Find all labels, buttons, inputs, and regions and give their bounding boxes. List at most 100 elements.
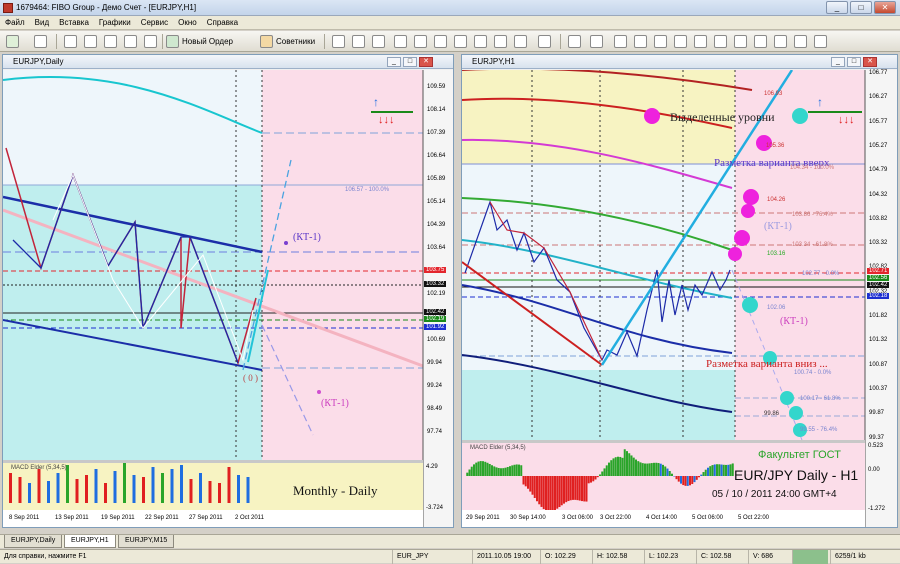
h1-osc-bar	[642, 463, 644, 476]
more-shapes-icon[interactable]	[814, 35, 827, 48]
minimize-button[interactable]: _	[826, 1, 848, 14]
terminal-icon[interactable]	[124, 35, 137, 48]
h1-osc-bar	[493, 466, 495, 476]
red-down-arrows-icon: ↓↓↓	[378, 114, 395, 126]
horizontal-line-icon[interactable]	[634, 35, 647, 48]
text-icon[interactable]	[714, 35, 727, 48]
new-order-button[interactable]: Новый Ордер	[182, 34, 233, 49]
close-button[interactable]: ✕	[874, 1, 896, 14]
h1-price-label: 99.87	[869, 410, 884, 416]
h1-osc-bar	[565, 476, 567, 502]
autoscroll-icon[interactable]	[454, 35, 467, 48]
zoom-out-icon[interactable]	[414, 35, 427, 48]
h1-osc-bar	[691, 476, 693, 484]
h1-osc-bar	[527, 476, 529, 489]
fibo-icon[interactable]	[694, 35, 707, 48]
h1-price-label: 104.32	[869, 192, 887, 198]
h1-osc-bar	[572, 476, 574, 500]
magenta-circle-legend	[644, 108, 660, 124]
periods-icon[interactable]	[514, 35, 527, 48]
label-icon[interactable]	[734, 35, 747, 48]
trendline-icon[interactable]	[654, 35, 667, 48]
h1-osc-bar	[705, 470, 707, 476]
daily-osc-bar	[142, 477, 145, 503]
h1-osc-bar	[628, 453, 630, 476]
h1-osc-bar	[676, 476, 678, 479]
menu-help[interactable]: Справка	[202, 16, 243, 29]
daily-kt-up-label: (КТ-1)	[293, 232, 321, 243]
cyan-circle-3	[780, 391, 794, 405]
bar-chart-icon[interactable]	[332, 35, 345, 48]
daily-price-marker: 103.75	[424, 267, 446, 273]
rectangle-icon[interactable]	[754, 35, 767, 48]
daily-price-marker: 102.19	[424, 316, 446, 322]
tile-windows-icon[interactable]	[434, 35, 447, 48]
new-order-icon[interactable]	[166, 35, 179, 48]
advisors-button[interactable]: Советники	[276, 34, 315, 49]
menu-tools[interactable]: Сервис	[136, 16, 173, 29]
tab-eurjpy-h1[interactable]: EURJPY,H1	[64, 535, 116, 548]
chart-shift-icon[interactable]	[474, 35, 487, 48]
daily-price-label: 100.69	[427, 337, 445, 343]
cyan-circle-4	[789, 406, 803, 420]
h1-osc-bar	[496, 467, 498, 476]
indicators-icon[interactable]	[494, 35, 507, 48]
daily-osc-bar	[123, 463, 126, 503]
chart-maximize-button[interactable]: □	[403, 57, 417, 67]
h1-date-label: 5 Oct 06:00	[692, 515, 723, 521]
h1-osc-bar	[484, 462, 486, 476]
tab-eurjpy-m15[interactable]: EURJPY,M15	[118, 535, 174, 548]
h1-osc-bar	[725, 465, 727, 476]
new-chart-icon[interactable]	[6, 35, 19, 48]
ellipse-icon[interactable]	[774, 35, 787, 48]
daily-osc-bar	[228, 467, 231, 503]
templates-icon[interactable]	[538, 35, 551, 48]
h1-osc-bar	[696, 476, 698, 480]
menu-window[interactable]: Окно	[173, 16, 202, 29]
arrows-icon[interactable]	[794, 35, 807, 48]
h1-osc-bar	[604, 468, 606, 476]
advisors-icon[interactable]	[260, 35, 273, 48]
chart-close-button[interactable]: ✕	[419, 57, 433, 67]
menu-charts[interactable]: Графики	[94, 16, 136, 29]
cursor-icon[interactable]	[568, 35, 581, 48]
pair-label: EUR/JPY Daily - H1	[734, 467, 858, 483]
crosshair-icon[interactable]	[590, 35, 603, 48]
daily-chart-canvas[interactable]: ↑ ↓↓↓	[3, 70, 453, 527]
h1-osc-bar	[613, 458, 615, 476]
chart-minimize-button[interactable]: _	[387, 57, 401, 67]
daily-price-label: 105.14	[427, 199, 445, 205]
tester-icon[interactable]	[144, 35, 157, 48]
candles-icon[interactable]	[352, 35, 365, 48]
chart-window-h1[interactable]: EURJPY,H1 _ □ ✕	[461, 54, 898, 528]
chart-h1-minimize-button[interactable]: _	[831, 57, 845, 67]
daily-osc-bar	[247, 477, 250, 503]
market-watch-icon[interactable]	[64, 35, 77, 48]
line-chart-icon[interactable]	[372, 35, 385, 48]
maximize-button[interactable]: □	[850, 1, 872, 14]
h1-osc-bar	[588, 476, 590, 483]
h1-osc-bar	[597, 476, 599, 477]
daily-price-label: 103.64	[427, 245, 445, 251]
h1-osc-top: 0.523	[868, 443, 883, 449]
menu-insert[interactable]: Вставка	[54, 16, 94, 29]
chart-h1-maximize-button[interactable]: □	[847, 57, 861, 67]
zoom-in-icon[interactable]	[394, 35, 407, 48]
profiles-icon[interactable]	[34, 35, 47, 48]
chart-window-daily[interactable]: EURJPY,Daily _ □ ✕ ↑	[2, 54, 454, 528]
h1-small-label: 99.86	[764, 411, 779, 417]
vertical-line-icon[interactable]	[614, 35, 627, 48]
menu-file[interactable]: Файл	[0, 16, 30, 29]
navigator-icon[interactable]	[84, 35, 97, 48]
menu-view[interactable]: Вид	[30, 16, 54, 29]
blue-up-arrow-icon: ↑	[373, 95, 379, 109]
daily-osc-bar	[47, 481, 50, 503]
chart-h1-close-button[interactable]: ✕	[863, 57, 877, 67]
tab-eurjpy-daily[interactable]: EURJPY,Daily	[4, 535, 62, 548]
equidistant-channel-icon[interactable]	[674, 35, 687, 48]
data-window-icon[interactable]	[104, 35, 117, 48]
levels-annotation: Выделенные уровни	[670, 110, 775, 125]
h1-osc-bar	[633, 458, 635, 476]
down-markup-annotation: Разметка варианта вниз ...	[706, 358, 828, 370]
h1-osc-bar	[606, 465, 608, 476]
